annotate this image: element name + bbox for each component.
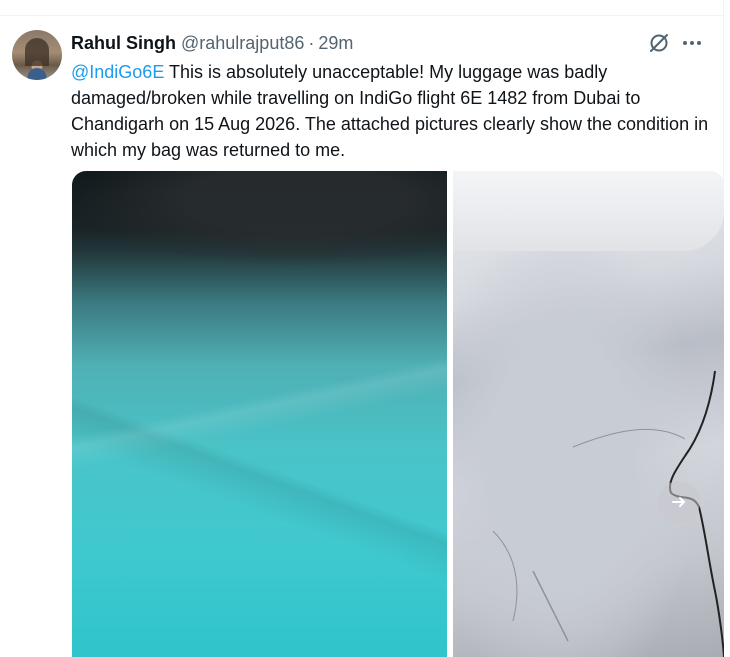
author-name[interactable]: Rahul Singh <box>71 33 176 54</box>
mention-link[interactable]: @IndiGo6E <box>71 62 164 82</box>
attached-photo-2[interactable] <box>453 171 724 657</box>
tweet-header: Rahul Singh @rahulrajput86 · 29m <box>71 30 353 56</box>
timestamp[interactable]: 29m <box>318 33 353 54</box>
chevron-right-icon <box>672 497 685 507</box>
next-photo-button[interactable] <box>658 481 700 523</box>
tweet-body: This is absolutely unacceptable! My lugg… <box>71 62 709 160</box>
separator-dot: · <box>308 32 315 53</box>
author-handle[interactable]: @rahulrajput86 <box>181 33 304 54</box>
attached-photo-1[interactable] <box>72 171 447 657</box>
more-icon[interactable] <box>680 32 704 54</box>
top-divider <box>0 15 724 16</box>
grok-icon[interactable] <box>648 32 670 54</box>
tweet-text: @IndiGo6E This is absolutely unacceptabl… <box>71 59 711 163</box>
avatar[interactable] <box>12 30 62 80</box>
